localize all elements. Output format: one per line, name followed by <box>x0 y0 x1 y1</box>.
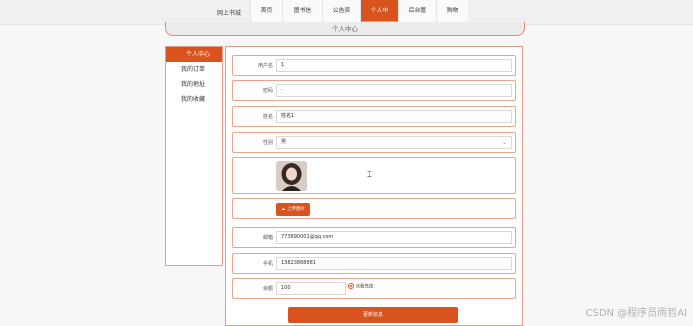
email-input[interactable]: 773890001@qq.com <box>276 231 512 244</box>
gender-label: 性别 <box>262 140 273 146</box>
name-label: 姓名 <box>262 114 273 120</box>
upload-row: ☁ 上传图片 <box>232 198 516 219</box>
nav-admin[interactable]: 后台管理 <box>398 0 436 36</box>
radio-icon <box>348 283 354 289</box>
mouse-cursor-icon: ⌶ <box>367 170 372 179</box>
gender-select[interactable]: 男 ⌄ <box>276 136 512 149</box>
avatar <box>276 161 307 191</box>
sidebar-item-addresses[interactable]: 我的地址 <box>166 77 222 92</box>
sidebar-item-profile[interactable]: 个人中心 <box>166 47 222 62</box>
phone-label: 手机 <box>262 261 273 267</box>
nav-home[interactable]: 首页 <box>250 0 282 24</box>
upload-image-button[interactable]: ☁ 上传图片 <box>276 203 310 216</box>
phone-input[interactable]: 13823888881 <box>276 257 512 270</box>
nav-news[interactable]: 公告资讯 <box>322 0 360 36</box>
password-row: 密码 - <box>232 80 516 101</box>
sidebar: 个人中心 我的订单 我的地址 我的收藏 <box>165 46 223 266</box>
watermark: CSDN @程序员雨哲AI <box>585 308 687 319</box>
email-row: 邮箱 773890001@qq.com <box>232 227 516 248</box>
upload-label: 上传图片 <box>286 207 305 212</box>
avatar-row <box>232 157 516 194</box>
profile-form: 用户名 1 密码 - 姓名 姓名1 性别 男 ⌄ ☁ 上传图片 邮箱 77389… <box>225 46 523 326</box>
gender-row: 性别 男 ⌄ <box>232 132 516 153</box>
balance-row: 余额 100 点我充值 <box>232 278 516 299</box>
page-title: 个人中心 <box>332 25 358 33</box>
upload-icon: ☁ <box>281 207 286 212</box>
email-label: 邮箱 <box>262 235 273 241</box>
username-row: 用户名 1 <box>232 55 516 76</box>
chevron-down-icon: ⌄ <box>501 139 507 146</box>
username-label: 用户名 <box>257 63 273 69</box>
nav-cart[interactable]: 购物车 <box>436 0 468 36</box>
name-input[interactable]: 姓名1 <box>276 110 512 123</box>
gender-value: 男 <box>281 139 287 145</box>
sidebar-item-orders[interactable]: 我的订单 <box>166 62 222 77</box>
sidebar-item-favorites[interactable]: 我的收藏 <box>166 92 222 107</box>
password-input[interactable]: - <box>276 84 512 97</box>
nav-books[interactable]: 图书信息 <box>282 0 322 36</box>
name-row: 姓名 姓名1 <box>232 106 516 127</box>
phone-row: 手机 13823888881 <box>232 253 516 274</box>
recharge-link[interactable]: 点我充值 <box>348 283 373 290</box>
page-header: 个人中心 <box>165 22 525 36</box>
password-label: 密码 <box>262 88 273 94</box>
username-input[interactable]: 1 <box>276 59 512 72</box>
balance-input[interactable]: 100 <box>276 282 346 295</box>
nav-profile[interactable]: 个人中心 <box>360 0 398 36</box>
site-brand[interactable]: 网上书城 <box>217 8 241 17</box>
balance-label: 余额 <box>262 286 273 292</box>
update-info-button[interactable]: 更新信息 <box>288 307 458 323</box>
recharge-label: 点我充值 <box>355 284 374 290</box>
avatar-image <box>276 161 307 191</box>
